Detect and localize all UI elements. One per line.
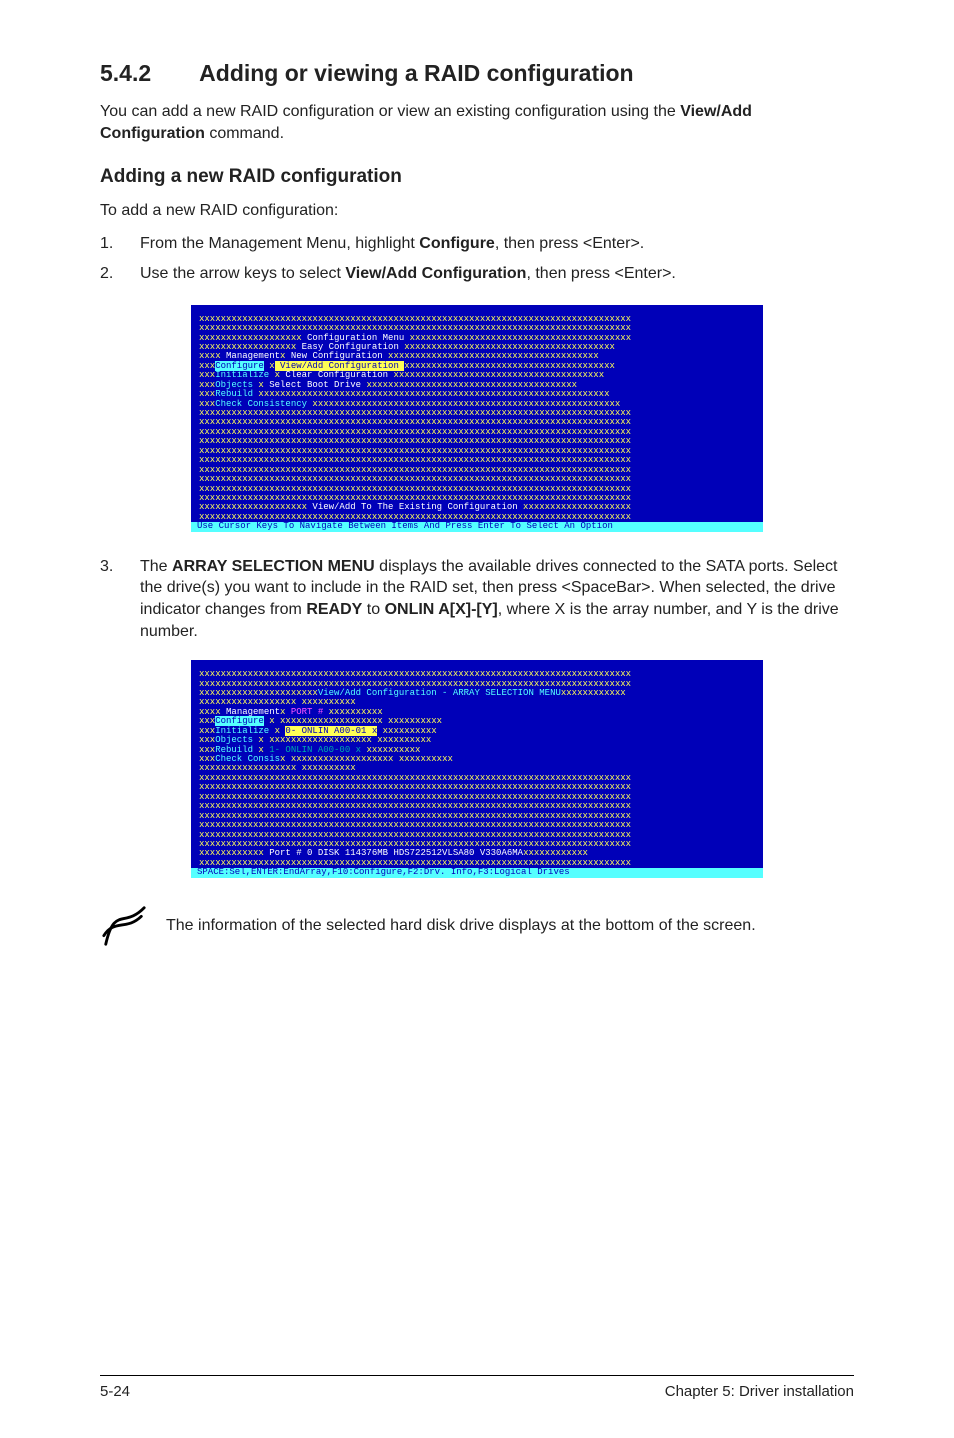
lead-text: To add a new RAID configuration: [100, 200, 854, 222]
bold: ONLIN A[X]-[Y] [385, 601, 498, 618]
fill: xxxxxxxxxxxxxxxxxxxx [199, 502, 312, 512]
step-item: 1. From the Management Menu, highlight C… [100, 233, 854, 255]
page-footer: 5-24 Chapter 5: Driver installation [100, 1365, 854, 1402]
step-bold: View/Add Configuration [345, 265, 526, 282]
step-bold: Configure [419, 235, 495, 252]
step-post: , then press <Enter>. [495, 235, 644, 252]
section-number: 5.4.2 [100, 58, 151, 89]
steps-list: 1. From the Management Menu, highlight C… [100, 233, 854, 284]
fill: xxxxxxxxxx [399, 754, 453, 764]
section-title-text: Adding or viewing a RAID configuration [199, 60, 633, 86]
intro-paragraph: You can add a new RAID configuration or … [100, 101, 854, 144]
fill: xxxxxxxxxxxx [561, 688, 626, 698]
status-bar: Use Cursor Keys To Navigate Between Item… [191, 522, 763, 531]
message-text: View/Add To The Existing Configuration [312, 502, 517, 512]
drive-info: Port # 0 DISK 114376MB HDS722512VLSA80 V… [269, 848, 523, 858]
step-pre: From the Management Menu, highlight [140, 235, 419, 252]
step-pre: Use the arrow keys to select [140, 265, 345, 282]
step-index: 2. [100, 263, 140, 285]
step-item: 2. Use the arrow keys to select View/Add… [100, 263, 854, 285]
txt: to [362, 601, 384, 618]
note-icon [100, 902, 148, 950]
note-text: The information of the selected hard dis… [166, 915, 756, 937]
step-index: 1. [100, 233, 140, 255]
chapter-label: Chapter 5: Driver installation [665, 1382, 854, 1402]
step-index: 3. [100, 556, 140, 642]
page-number: 5-24 [100, 1382, 130, 1402]
intro-text-b: command. [205, 125, 284, 142]
fill: xxxxxxxxxxxxxxxxxx [199, 763, 296, 773]
fill: xxxxxxxxxxxx [199, 848, 269, 858]
status-bar: SPACE:Sel,ENTER:EndArray,F10:Configure,F… [191, 868, 763, 877]
fill: xxxxxxxxxx [302, 763, 356, 773]
step-text: The ARRAY SELECTION MENU displays the av… [140, 556, 854, 642]
subsection-heading: Adding a new RAID configuration [100, 164, 854, 190]
note-block: The information of the selected hard dis… [100, 902, 854, 950]
intro-text-a: You can add a new RAID configuration or … [100, 103, 680, 120]
fill: xxxxxxxxxxxx [523, 848, 588, 858]
section-heading: 5.4.2 Adding or viewing a RAID configurat… [100, 58, 854, 89]
fill: xxxxxxxxxxxxxxxxxxxx [518, 502, 631, 512]
step-text: Use the arrow keys to select View/Add Co… [140, 263, 854, 285]
bios-screenshot-configuration-menu: xxxxxxxxxxxxxxxxxxxx xxxxxxxxxxxxxxxxxxxx… [191, 305, 763, 532]
menu-item-new: New Configuration [285, 351, 382, 361]
bios-screenshot-array-selection: xxxxxxxxxxxxxxxxxxxxxxxxxxxxxxxxxxxxxxxx… [191, 660, 763, 878]
step-item: 3. The ARRAY SELECTION MENU displays the… [100, 556, 854, 642]
bold: ARRAY SELECTION MENU [172, 558, 375, 575]
bold: READY [306, 601, 362, 618]
step-post: , then press <Enter>. [526, 265, 675, 282]
txt: The [140, 558, 172, 575]
step-text: From the Management Menu, highlight Conf… [140, 233, 854, 255]
